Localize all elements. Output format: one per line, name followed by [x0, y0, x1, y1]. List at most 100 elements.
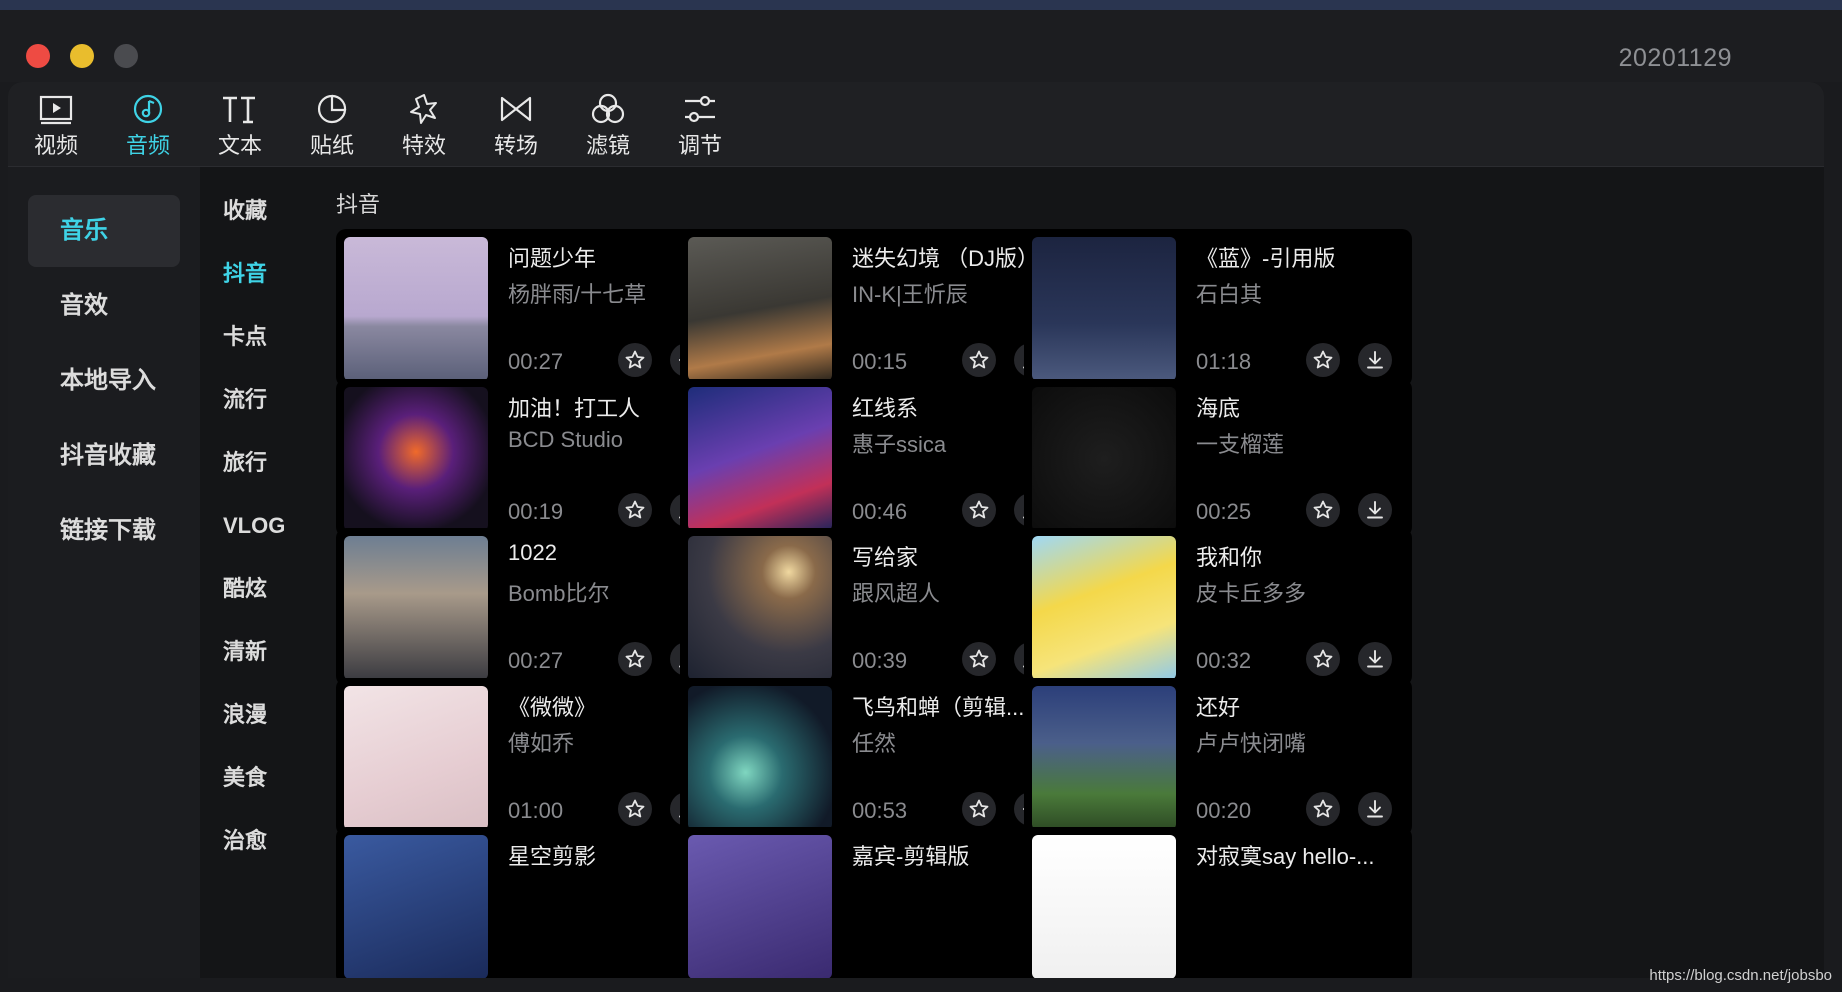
- title-bar: 20201129: [0, 10, 1842, 82]
- album-cover: [344, 686, 488, 830]
- tab-effects-label: 特效: [401, 133, 446, 158]
- video-icon: [39, 95, 73, 125]
- audio-source-sidebar: 音乐 音效 本地导入 抖音收藏 链接下载: [8, 167, 200, 978]
- track-card[interactable]: 1022 Bomb比尔 00:27: [336, 528, 724, 686]
- track-card[interactable]: 飞鸟和蝉（剪辑... 任然 00:53: [680, 678, 1068, 836]
- track-duration: 00:20: [1196, 798, 1252, 823]
- favorite-star-icon[interactable]: [1306, 493, 1340, 527]
- album-cover: [344, 237, 488, 381]
- track-card[interactable]: 《微微》 傅如乔 01:00: [336, 678, 724, 836]
- category-douyin[interactable]: 抖音: [223, 254, 267, 294]
- favorite-star-icon[interactable]: [962, 343, 996, 377]
- app-window: 视频 音频 文本 贴纸 特效 转场 滤镜 调节 音乐 音效 本地导入 抖音收藏 …: [8, 82, 1824, 978]
- album-cover: [688, 536, 832, 680]
- track-title: 《蓝》-引用版: [1196, 246, 1336, 271]
- download-icon[interactable]: [1358, 493, 1392, 527]
- favorite-star-icon[interactable]: [1306, 792, 1340, 826]
- download-icon[interactable]: [1358, 792, 1392, 826]
- download-icon[interactable]: [1358, 343, 1392, 377]
- favorite-star-icon[interactable]: [962, 642, 996, 676]
- top-edge: [0, 0, 1842, 10]
- tab-sticker-label: 贴纸: [309, 133, 354, 158]
- effects-icon: [410, 94, 437, 124]
- track-card[interactable]: 问题少年 杨胖雨/十七草 00:27: [336, 229, 724, 387]
- track-card[interactable]: 还好卢卢快闭嘴 00:20: [1024, 678, 1412, 836]
- album-cover: [688, 686, 832, 830]
- category-vlog[interactable]: VLOG: [223, 506, 285, 546]
- tab-audio[interactable]: 音频: [100, 90, 196, 164]
- tab-video[interactable]: 视频: [8, 90, 104, 164]
- track-duration: 00:39: [852, 648, 908, 673]
- favorite-star-icon[interactable]: [1306, 343, 1340, 377]
- tab-filter[interactable]: 滤镜: [560, 90, 656, 164]
- favorite-star-icon[interactable]: [962, 493, 996, 527]
- tab-audio-label: 音频: [125, 133, 170, 158]
- tab-effects[interactable]: 特效: [376, 90, 472, 164]
- album-cover: [344, 536, 488, 680]
- favorite-star-icon[interactable]: [618, 642, 652, 676]
- sidebar-item-douyin-favorites[interactable]: 抖音收藏: [28, 420, 180, 492]
- favorite-star-icon[interactable]: [618, 343, 652, 377]
- download-icon[interactable]: [1358, 642, 1392, 676]
- music-grid-panel: 抖音 问题少年 杨胖雨/十七草 00:27 迷失幻境 （DJ版） IN-K|王忻辰 00:…: [318, 167, 1824, 978]
- album-cover: [1032, 387, 1176, 531]
- zoom-window-button[interactable]: [114, 44, 138, 68]
- album-cover: [688, 835, 832, 978]
- tab-text[interactable]: 文本: [192, 90, 288, 164]
- track-artist: 卢卢快闭嘴: [1196, 731, 1307, 756]
- album-cover: [1032, 835, 1176, 978]
- track-duration: 00:25: [1196, 499, 1252, 524]
- track-card[interactable]: 《蓝》-引用版 石白其 01:18: [1024, 229, 1412, 387]
- tab-video-label: 视频: [33, 133, 78, 158]
- track-duration: 00:15: [852, 349, 908, 374]
- track-card[interactable]: 对寂寞say hello-...: [1024, 827, 1412, 978]
- track-duration: 00:27: [508, 349, 564, 374]
- track-title: 我和你: [1196, 545, 1263, 570]
- track-card[interactable]: 嘉宾-剪辑版: [680, 827, 1068, 978]
- track-card[interactable]: 星空剪影: [336, 827, 724, 978]
- track-duration: 01:00: [508, 798, 564, 823]
- tab-adjust[interactable]: 调节: [652, 90, 748, 164]
- track-duration: 00:19: [508, 499, 564, 524]
- album-cover: [1032, 536, 1176, 680]
- category-fresh[interactable]: 清新: [223, 632, 267, 672]
- track-duration: 01:18: [1196, 349, 1252, 374]
- favorite-star-icon[interactable]: [962, 792, 996, 826]
- track-card[interactable]: 写给家 跟风超人 00:39: [680, 528, 1068, 686]
- track-card[interactable]: 迷失幻境 （DJ版） IN-K|王忻辰 00:15: [680, 229, 1068, 387]
- category-beat[interactable]: 卡点: [223, 317, 267, 357]
- track-card[interactable]: 海底 一支榴莲 00:25: [1024, 379, 1412, 537]
- category-food[interactable]: 美食: [223, 758, 267, 798]
- minimize-window-button[interactable]: [70, 44, 94, 68]
- favorite-star-icon[interactable]: [1306, 642, 1340, 676]
- category-travel[interactable]: 旅行: [223, 443, 267, 483]
- sidebar-item-link-download[interactable]: 链接下载: [28, 495, 180, 567]
- track-title: 还好: [1196, 695, 1241, 720]
- album-cover: [344, 835, 488, 978]
- category-cool[interactable]: 酷炫: [223, 569, 267, 609]
- tab-filter-label: 滤镜: [585, 133, 630, 158]
- favorite-star-icon[interactable]: [618, 792, 652, 826]
- tab-transition-label: 转场: [493, 133, 538, 158]
- transition-icon: [500, 96, 532, 122]
- track-artist: 皮卡丘多多: [1196, 581, 1307, 606]
- sidebar-item-sound-effects[interactable]: 音效: [28, 270, 180, 342]
- close-window-button[interactable]: [26, 44, 50, 68]
- track-card[interactable]: 我和你 皮卡丘多多 00:32: [1024, 528, 1412, 686]
- category-healing[interactable]: 治愈: [223, 821, 267, 861]
- track-artist: 石白其: [1196, 282, 1263, 307]
- album-cover: [688, 387, 832, 531]
- sidebar-item-music[interactable]: 音乐: [28, 195, 180, 267]
- category-romantic[interactable]: 浪漫: [223, 695, 267, 735]
- sidebar-item-local-import[interactable]: 本地导入: [28, 345, 180, 417]
- music-category-list: 收藏 抖音 卡点 流行 旅行 VLOG 酷炫 清新 浪漫 美食 治愈: [201, 167, 317, 978]
- track-duration: 00:53: [852, 798, 908, 823]
- tab-transition[interactable]: 转场: [468, 90, 564, 164]
- watermark: https://blog.csdn.net/jobsbo: [1649, 967, 1832, 984]
- track-card[interactable]: 红线系 惠子ssica 00:46: [680, 379, 1068, 537]
- favorite-star-icon[interactable]: [618, 493, 652, 527]
- track-card[interactable]: 加油！打工人 BCD Studio 00:19: [336, 379, 724, 537]
- category-favorites[interactable]: 收藏: [223, 191, 267, 231]
- category-pop[interactable]: 流行: [223, 380, 267, 420]
- tab-sticker[interactable]: 贴纸: [284, 90, 380, 164]
